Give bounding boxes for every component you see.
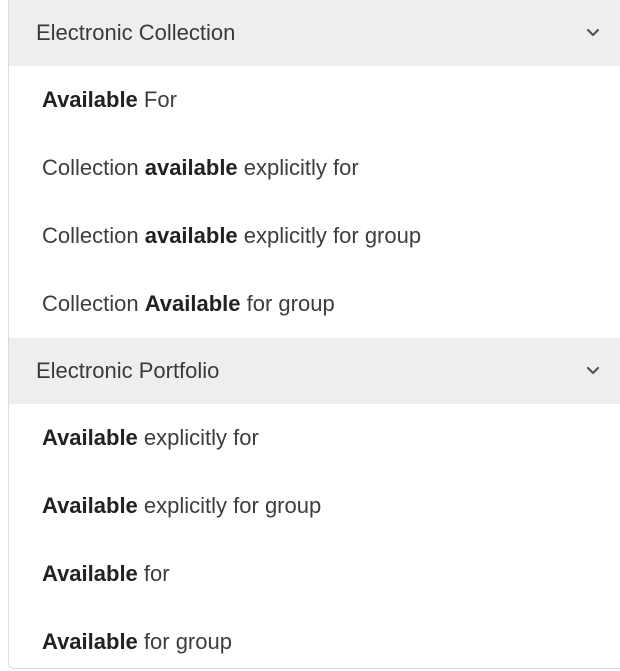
chevron-down-icon[interactable] (582, 360, 604, 382)
option-match-highlight: available (144, 223, 238, 248)
option-text-suffix: For (137, 87, 177, 112)
option-match-highlight: Available (144, 291, 241, 316)
option-match-highlight: Available (42, 87, 138, 112)
option-text-suffix: for (137, 561, 170, 586)
option-available-explicitly-for-group[interactable]: Available explicitly for group (9, 472, 620, 540)
option-text-suffix: explicitly for group (237, 223, 422, 248)
group-header-label: Electronic Portfolio (36, 358, 220, 383)
option-match-highlight: Available (42, 493, 138, 518)
autocomplete-dropdown: Electronic Collection Available For Coll… (8, 0, 620, 669)
option-text-suffix: for group (137, 629, 232, 654)
option-text-suffix: explicitly for (137, 425, 259, 450)
option-match-highlight: Available (42, 629, 138, 654)
group-header-electronic-portfolio[interactable]: Electronic Portfolio (9, 338, 620, 404)
option-text-prefix: Collection (42, 291, 145, 316)
option-available-explicitly-for[interactable]: Available explicitly for (9, 404, 620, 472)
group-header-label: Electronic Collection (36, 20, 236, 45)
option-available-for-group[interactable]: Available for group (9, 608, 620, 668)
option-collection-available-explicitly-for[interactable]: Collection available explicitly for (9, 134, 620, 202)
option-text-suffix: explicitly for group (137, 493, 322, 518)
option-match-highlight: Available (42, 425, 138, 450)
option-match-highlight: available (144, 155, 238, 180)
option-text-prefix: Collection (42, 223, 145, 248)
option-text-suffix: for group (240, 291, 335, 316)
option-available-for[interactable]: Available for (9, 540, 620, 608)
option-text-prefix: Collection (42, 155, 145, 180)
option-collection-available-explicitly-for-group[interactable]: Collection available explicitly for grou… (9, 202, 620, 270)
option-available-for[interactable]: Available For (9, 66, 620, 134)
option-match-highlight: Available (42, 561, 138, 586)
option-text-suffix: explicitly for (237, 155, 359, 180)
group-header-electronic-collection[interactable]: Electronic Collection (9, 0, 620, 66)
option-collection-available-for-group[interactable]: Collection Available for group (9, 270, 620, 338)
chevron-down-icon[interactable] (582, 22, 604, 44)
